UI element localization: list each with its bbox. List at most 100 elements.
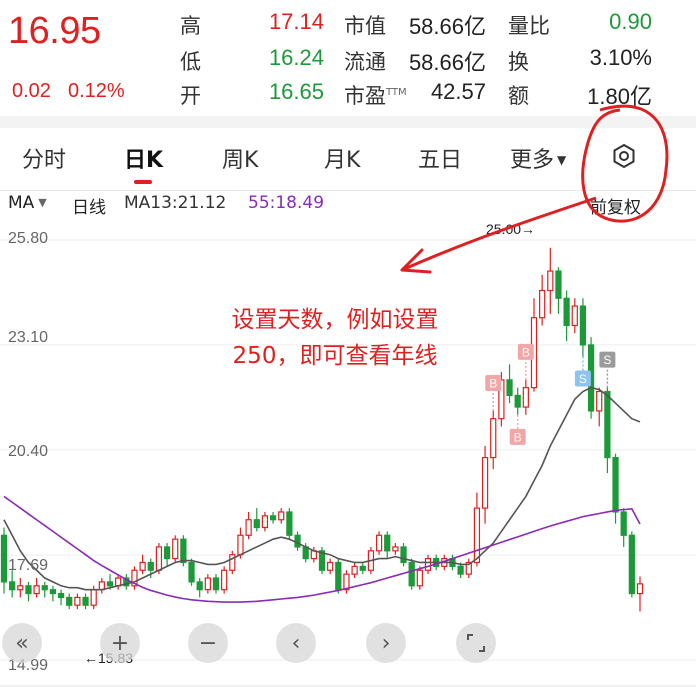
- chevron-left-icon: ‹: [291, 630, 301, 656]
- candle-body: [57, 592, 65, 599]
- candle-body: [571, 305, 578, 327]
- minus-icon: −: [198, 630, 218, 656]
- candle-body: [539, 289, 546, 319]
- y-axis-label: 25.80: [8, 230, 49, 247]
- market-cap-label: 市值: [344, 14, 386, 38]
- amount-label: 额: [508, 84, 529, 108]
- ma-selector[interactable]: MA ▼: [8, 193, 47, 213]
- candle-body: [392, 546, 399, 552]
- candle-body: [245, 519, 252, 536]
- last-price: 16.95: [8, 10, 101, 52]
- annotation-line-2: 250，即可查看年线: [232, 343, 438, 369]
- candle-body: [408, 561, 415, 587]
- candle-body: [457, 565, 464, 575]
- fullscreen-button[interactable]: [456, 623, 496, 663]
- candle-body: [481, 456, 489, 509]
- candle-body: [604, 390, 611, 459]
- tab-weekly-k[interactable]: 周K: [222, 142, 258, 174]
- candle-body: [473, 507, 481, 564]
- annotation-text: 设置天数，例如设置 250，即可查看年线: [180, 302, 490, 374]
- candle-body: [563, 297, 570, 327]
- ma13-readout: MA13:21.12: [124, 193, 227, 213]
- candle-body: [286, 511, 293, 536]
- pe-label: 市盈TTM: [344, 80, 407, 110]
- candle-body: [302, 546, 309, 560]
- zoom-in-button[interactable]: +: [100, 623, 140, 663]
- settings-icon[interactable]: [606, 138, 642, 174]
- candle-body: [196, 581, 203, 591]
- turnover-label: 换: [508, 50, 529, 74]
- tab-monthly-k[interactable]: 月K: [324, 142, 360, 174]
- candle-body: [579, 305, 587, 346]
- tab-intraday[interactable]: 分时: [22, 142, 66, 174]
- candle-body: [180, 538, 187, 564]
- y-axis-label: 20.40: [8, 443, 49, 460]
- candle-body: [490, 418, 497, 459]
- caret-down-icon: ▼: [557, 153, 567, 167]
- volume-ratio-value: 0.90: [609, 9, 652, 34]
- volume-ratio-label: 量比: [508, 14, 550, 38]
- collapse-button[interactable]: «: [2, 623, 42, 663]
- scroll-left-button[interactable]: ‹: [276, 623, 316, 663]
- candle-body: [9, 581, 16, 591]
- candle-body: [628, 534, 635, 595]
- tab-more[interactable]: 更多 ▼: [510, 142, 566, 174]
- double-chevron-left-icon: «: [15, 630, 29, 656]
- plus-icon: +: [110, 630, 130, 656]
- active-tab-indicator: [134, 180, 152, 184]
- candle-body: [261, 515, 269, 529]
- low-value: 16.24: [268, 45, 324, 70]
- fullscreen-icon: [467, 634, 485, 652]
- candle-body: [375, 534, 383, 552]
- candle-body: [384, 534, 391, 552]
- adjust-mode-button[interactable]: 前复权: [590, 193, 641, 218]
- candle-body: [612, 456, 619, 513]
- candle-body: [221, 569, 228, 591]
- candle-body: [335, 561, 342, 591]
- price-change: 0.02: [12, 80, 51, 102]
- scroll-right-button[interactable]: ›: [366, 623, 406, 663]
- signal-label: S: [579, 372, 587, 386]
- open-value: 16.65: [268, 79, 324, 104]
- candle-body: [155, 546, 163, 571]
- candle-body: [82, 596, 89, 606]
- candle-body: [424, 557, 432, 571]
- candle-body: [106, 581, 114, 587]
- candle-body: [636, 583, 644, 595]
- candle-body: [351, 565, 358, 575]
- candle-body: [74, 596, 81, 606]
- candle-body: [139, 561, 146, 571]
- pe-ttm-sup: TTM: [386, 87, 407, 98]
- zoom-out-button[interactable]: −: [188, 623, 228, 663]
- candle-body: [359, 565, 366, 571]
- market-cap-value: 58.66亿: [408, 14, 486, 39]
- candle-body: [0, 534, 8, 583]
- candle-body: [253, 519, 260, 529]
- tab-five-day[interactable]: 五日: [418, 142, 462, 174]
- chevron-right-icon: ›: [381, 630, 391, 656]
- signal-label: S: [603, 353, 611, 367]
- period-label: 日线: [72, 198, 106, 218]
- candle-body: [514, 394, 521, 408]
- ma-selector-label: MA: [8, 193, 35, 213]
- header-separator: [0, 116, 696, 128]
- candle-body: [596, 390, 603, 412]
- candle-body: [33, 585, 40, 595]
- ma55-readout: 55:18.49: [248, 193, 325, 213]
- kline-chart[interactable]: B B B S S: [0, 220, 696, 687]
- candle-body: [25, 585, 32, 595]
- candle-body: [90, 589, 97, 606]
- candle-body: [163, 546, 171, 560]
- candle-body: [147, 561, 154, 571]
- price-change-percent: 0.12%: [68, 80, 125, 102]
- tabs-divider: [0, 190, 696, 191]
- candle-body: [294, 534, 301, 548]
- pe-value: 42.57: [430, 79, 486, 104]
- candle-body: [204, 577, 211, 591]
- amount-value: 1.80亿: [587, 84, 652, 109]
- candle-body: [327, 561, 334, 571]
- tab-more-label: 更多: [510, 148, 555, 173]
- signal-label: B: [489, 376, 497, 390]
- tab-daily-k[interactable]: 日K: [124, 142, 163, 174]
- signal-label: B: [522, 345, 530, 359]
